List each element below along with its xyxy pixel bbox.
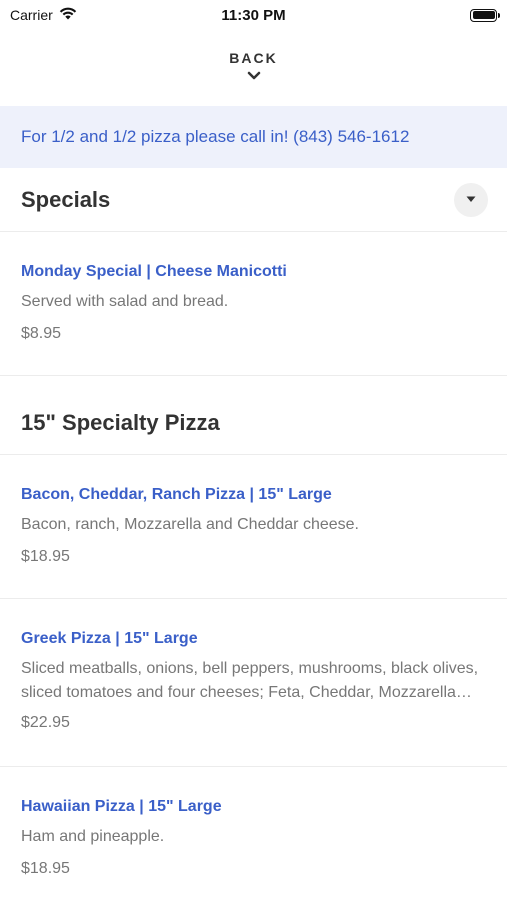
item-description: Bacon, ranch, Mozzarella and Cheddar che… [21, 516, 359, 533]
call-in-notice: For 1/2 and 1/2 pizza please call in! (8… [0, 106, 507, 168]
back-label: BACK [229, 50, 278, 66]
section-dropdown-button[interactable] [454, 182, 488, 217]
item-price: $18.95 [21, 548, 70, 565]
item-price: $18.95 [21, 860, 70, 877]
section-header-specialty-pizza: 15" Specialty Pizza [0, 391, 507, 455]
status-bar: Carrier 11:30 PM [0, 0, 507, 30]
item-price: $22.95 [21, 714, 70, 731]
section-header-specials: Specials [0, 168, 507, 232]
section-title: 15" Specialty Pizza [21, 409, 220, 435]
menu-item[interactable]: Greek Pizza | 15" Large Sliced meatballs… [0, 599, 507, 767]
battery-icon [470, 8, 500, 22]
section-title: Specials [21, 186, 111, 212]
back-button[interactable]: BACK [0, 50, 507, 86]
item-description: Ham and pineapple. [21, 828, 165, 845]
item-name: Hawaiian Pizza | 15" Large [21, 798, 222, 815]
caret-down-icon [466, 196, 476, 202]
menu-item[interactable]: Monday Special | Cheese Manicotti Served… [0, 232, 507, 376]
wifi-icon [59, 7, 77, 23]
chevron-down-icon [247, 68, 261, 86]
status-left: Carrier [10, 7, 77, 23]
item-name: Bacon, Cheddar, Ranch Pizza | 15" Large [21, 486, 332, 503]
item-name: Monday Special | Cheese Manicotti [21, 263, 287, 280]
carrier-label: Carrier [10, 7, 53, 23]
notice-text: For 1/2 and 1/2 pizza please call in! (8… [21, 127, 410, 146]
item-description: Served with salad and bread. [21, 293, 229, 310]
item-name: Greek Pizza | 15" Large [21, 630, 198, 647]
menu-item[interactable]: Hawaiian Pizza | 15" Large Ham and pinea… [0, 767, 507, 900]
menu-item[interactable]: Bacon, Cheddar, Ranch Pizza | 15" Large … [0, 455, 507, 599]
item-description: Sliced meatballs, onions, bell peppers, … [21, 660, 479, 701]
item-price: $8.95 [21, 325, 62, 342]
